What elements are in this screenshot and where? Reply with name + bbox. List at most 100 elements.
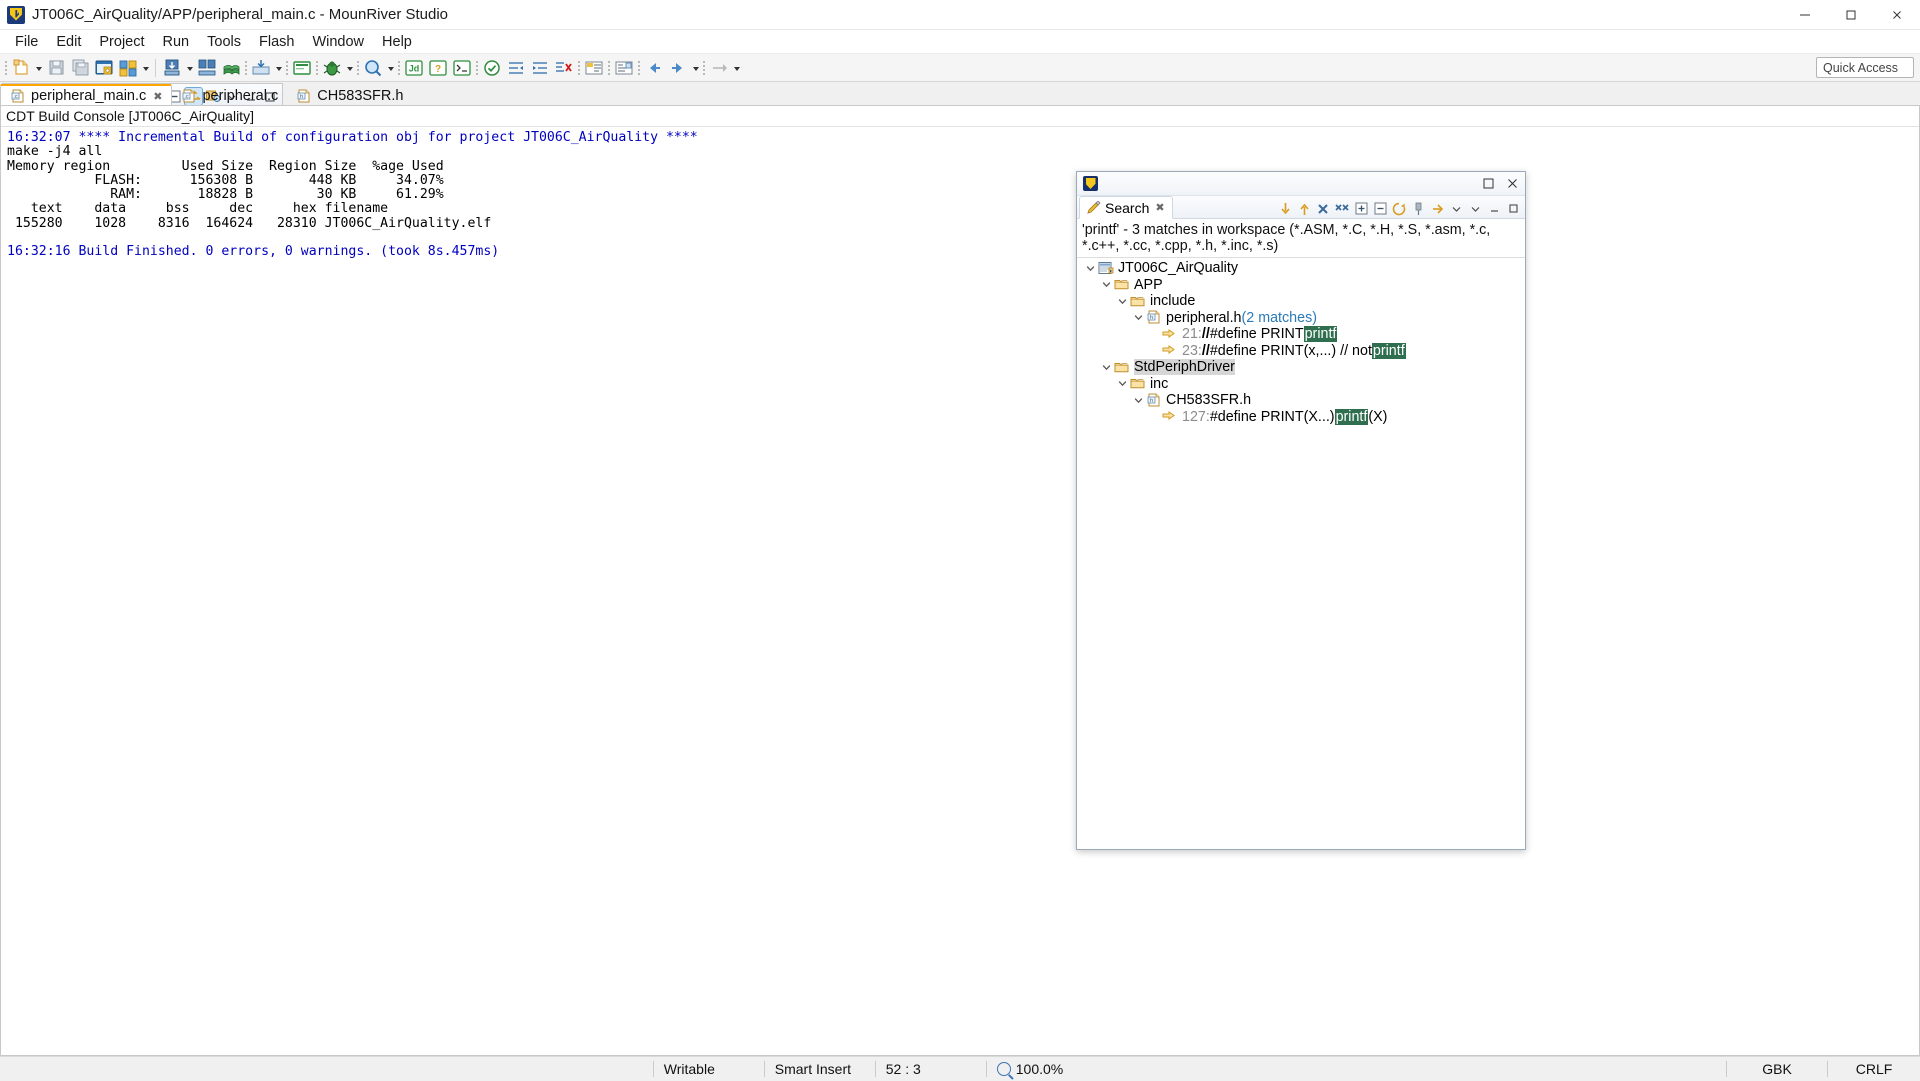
- import-icon[interactable]: [250, 57, 272, 79]
- mounriver-logo-icon: [7, 5, 25, 24]
- search-window-titlebar[interactable]: [1077, 172, 1525, 196]
- quick-access-input[interactable]: Quick Access: [1816, 57, 1914, 78]
- previous-match-icon[interactable]: [1295, 199, 1313, 218]
- library-icon[interactable]: [220, 57, 242, 79]
- menu-window[interactable]: Window: [303, 31, 373, 53]
- console-output[interactable]: 16:32:07 **** Incremental Build of confi…: [1, 127, 1919, 264]
- search-result-row[interactable]: h peripheral.h (2 matches): [1077, 310, 1525, 327]
- download-dropdown-icon[interactable]: [184, 58, 195, 78]
- build-configurations-icon[interactable]: [117, 57, 139, 79]
- search-result-row[interactable]: inc: [1077, 376, 1525, 393]
- open-declaration-icon[interactable]: [583, 57, 605, 79]
- menu-help[interactable]: Help: [373, 31, 421, 53]
- expand-all-icon[interactable]: [1352, 199, 1370, 218]
- toolbar-drag-handle-6[interactable]: [397, 59, 401, 77]
- download-all-icon[interactable]: [196, 57, 218, 79]
- menu-tools[interactable]: Tools: [198, 31, 250, 53]
- collapse-all-icon[interactable]: [1371, 199, 1389, 218]
- chevron-down-icon[interactable]: [1131, 396, 1146, 405]
- search-result-row[interactable]: 127: #define PRINT(X...) printf (X): [1077, 408, 1525, 426]
- status-insert-mode[interactable]: Smart Insert: [765, 1057, 875, 1081]
- toolbar-drag-handle-11[interactable]: [702, 59, 706, 77]
- search-history-dropdown-icon[interactable]: [1447, 199, 1465, 218]
- search-result-row[interactable]: h CH583SFR.h: [1077, 392, 1525, 409]
- search-result-row[interactable]: StdPeriphDriver: [1077, 359, 1525, 376]
- search-result-row[interactable]: JT006C_AirQuality: [1077, 260, 1525, 277]
- debug-icon[interactable]: [321, 57, 343, 79]
- toolbar-drag-handle-4[interactable]: [315, 59, 319, 77]
- chevron-down-icon[interactable]: [1115, 297, 1130, 306]
- chevron-down-icon[interactable]: [1099, 363, 1114, 372]
- toolbar-drag-handle[interactable]: [4, 59, 8, 77]
- new-file-icon[interactable]: [10, 57, 32, 79]
- chevron-down-icon[interactable]: [1131, 313, 1146, 322]
- search-result-row[interactable]: 21: // #define PRINT printf: [1077, 326, 1525, 343]
- toolbar-drag-handle-7[interactable]: [475, 59, 479, 77]
- status-zoom[interactable]: 100.0%: [987, 1057, 1073, 1081]
- jd-tool-icon[interactable]: Jd: [403, 57, 425, 79]
- close-icon[interactable]: ✖: [153, 90, 162, 103]
- debug-dropdown-icon[interactable]: [344, 58, 355, 78]
- search-close-button[interactable]: [1501, 174, 1523, 194]
- menu-file[interactable]: File: [6, 31, 47, 53]
- search-view-menu-icon[interactable]: [1466, 199, 1484, 218]
- close-button[interactable]: [1874, 0, 1920, 30]
- menu-edit[interactable]: Edit: [47, 31, 90, 53]
- chevron-down-icon[interactable]: [1083, 264, 1098, 273]
- help-tool-icon[interactable]: ?: [427, 57, 449, 79]
- chevron-down-icon[interactable]: [1099, 280, 1114, 289]
- maximize-search-view-icon[interactable]: [1504, 199, 1522, 218]
- indent-increase-icon[interactable]: [529, 57, 551, 79]
- status-encoding: GBK: [1762, 1060, 1792, 1077]
- window-titlebar: JT006C_AirQuality/APP/peripheral_main.c …: [0, 0, 1920, 30]
- remove-markers-icon[interactable]: [553, 57, 575, 79]
- console-tool-icon[interactable]: [451, 57, 473, 79]
- menu-flash[interactable]: Flash: [250, 31, 303, 53]
- previous-search-icon[interactable]: [1428, 199, 1446, 218]
- menu-project[interactable]: Project: [90, 31, 153, 53]
- toolbar-drag-handle-5[interactable]: [356, 59, 360, 77]
- build-project-icon[interactable]: [93, 57, 115, 79]
- save-icon[interactable]: [45, 57, 67, 79]
- toolbar-drag-handle-3[interactable]: [285, 59, 289, 77]
- search-result-row[interactable]: include: [1077, 293, 1525, 310]
- run-dropdown-icon[interactable]: [385, 58, 396, 78]
- import-dropdown-icon[interactable]: [273, 58, 284, 78]
- minimize-search-view-icon[interactable]: [1485, 199, 1503, 218]
- back-dropdown-icon[interactable]: [690, 58, 701, 78]
- check-circle-icon[interactable]: [481, 57, 503, 79]
- undo-arrow-icon[interactable]: [708, 57, 730, 79]
- search-maximize-button[interactable]: [1477, 174, 1499, 194]
- chevron-down-icon[interactable]: [1115, 379, 1130, 388]
- minimize-button[interactable]: [1782, 0, 1828, 30]
- run-icon[interactable]: [362, 57, 384, 79]
- toolbar-drag-handle-9[interactable]: [607, 59, 611, 77]
- toolbar-drag-handle-2[interactable]: [244, 59, 248, 77]
- save-all-icon[interactable]: [69, 57, 91, 79]
- menu-run[interactable]: Run: [154, 31, 199, 53]
- new-file-dropdown-icon[interactable]: [33, 58, 44, 78]
- back-icon[interactable]: [643, 57, 665, 79]
- close-icon[interactable]: ✖: [1155, 201, 1164, 214]
- toolbar-drag-handle-8[interactable]: [577, 59, 581, 77]
- toggle-comment-icon[interactable]: [613, 57, 635, 79]
- maximize-button[interactable]: [1828, 0, 1874, 30]
- next-match-icon[interactable]: [1276, 199, 1294, 218]
- indent-decrease-icon[interactable]: [505, 57, 527, 79]
- download-icon[interactable]: [161, 57, 183, 79]
- search-match-line-number: 127:: [1182, 408, 1210, 425]
- undo-dropdown-icon[interactable]: [731, 58, 742, 78]
- forward-icon[interactable]: [667, 57, 689, 79]
- terminal-icon[interactable]: [291, 57, 313, 79]
- build-dropdown-icon[interactable]: [140, 58, 151, 78]
- remove-selected-matches-icon[interactable]: [1314, 199, 1332, 218]
- remove-all-matches-icon[interactable]: [1333, 199, 1351, 218]
- pin-search-icon[interactable]: [1409, 199, 1427, 218]
- search-result-row[interactable]: 23: // #define PRINT(x,...) // not print…: [1077, 342, 1525, 360]
- search-match-text: #define PRINT: [1209, 326, 1304, 343]
- search-result-row[interactable]: APP: [1077, 277, 1525, 294]
- search-result-tree[interactable]: JT006C_AirQuality APP include h peripheral.h…: [1077, 258, 1525, 425]
- tab-search[interactable]: Search ✖: [1079, 196, 1173, 219]
- toolbar-drag-handle-10[interactable]: [637, 59, 641, 77]
- run-current-search-icon[interactable]: [1390, 199, 1408, 218]
